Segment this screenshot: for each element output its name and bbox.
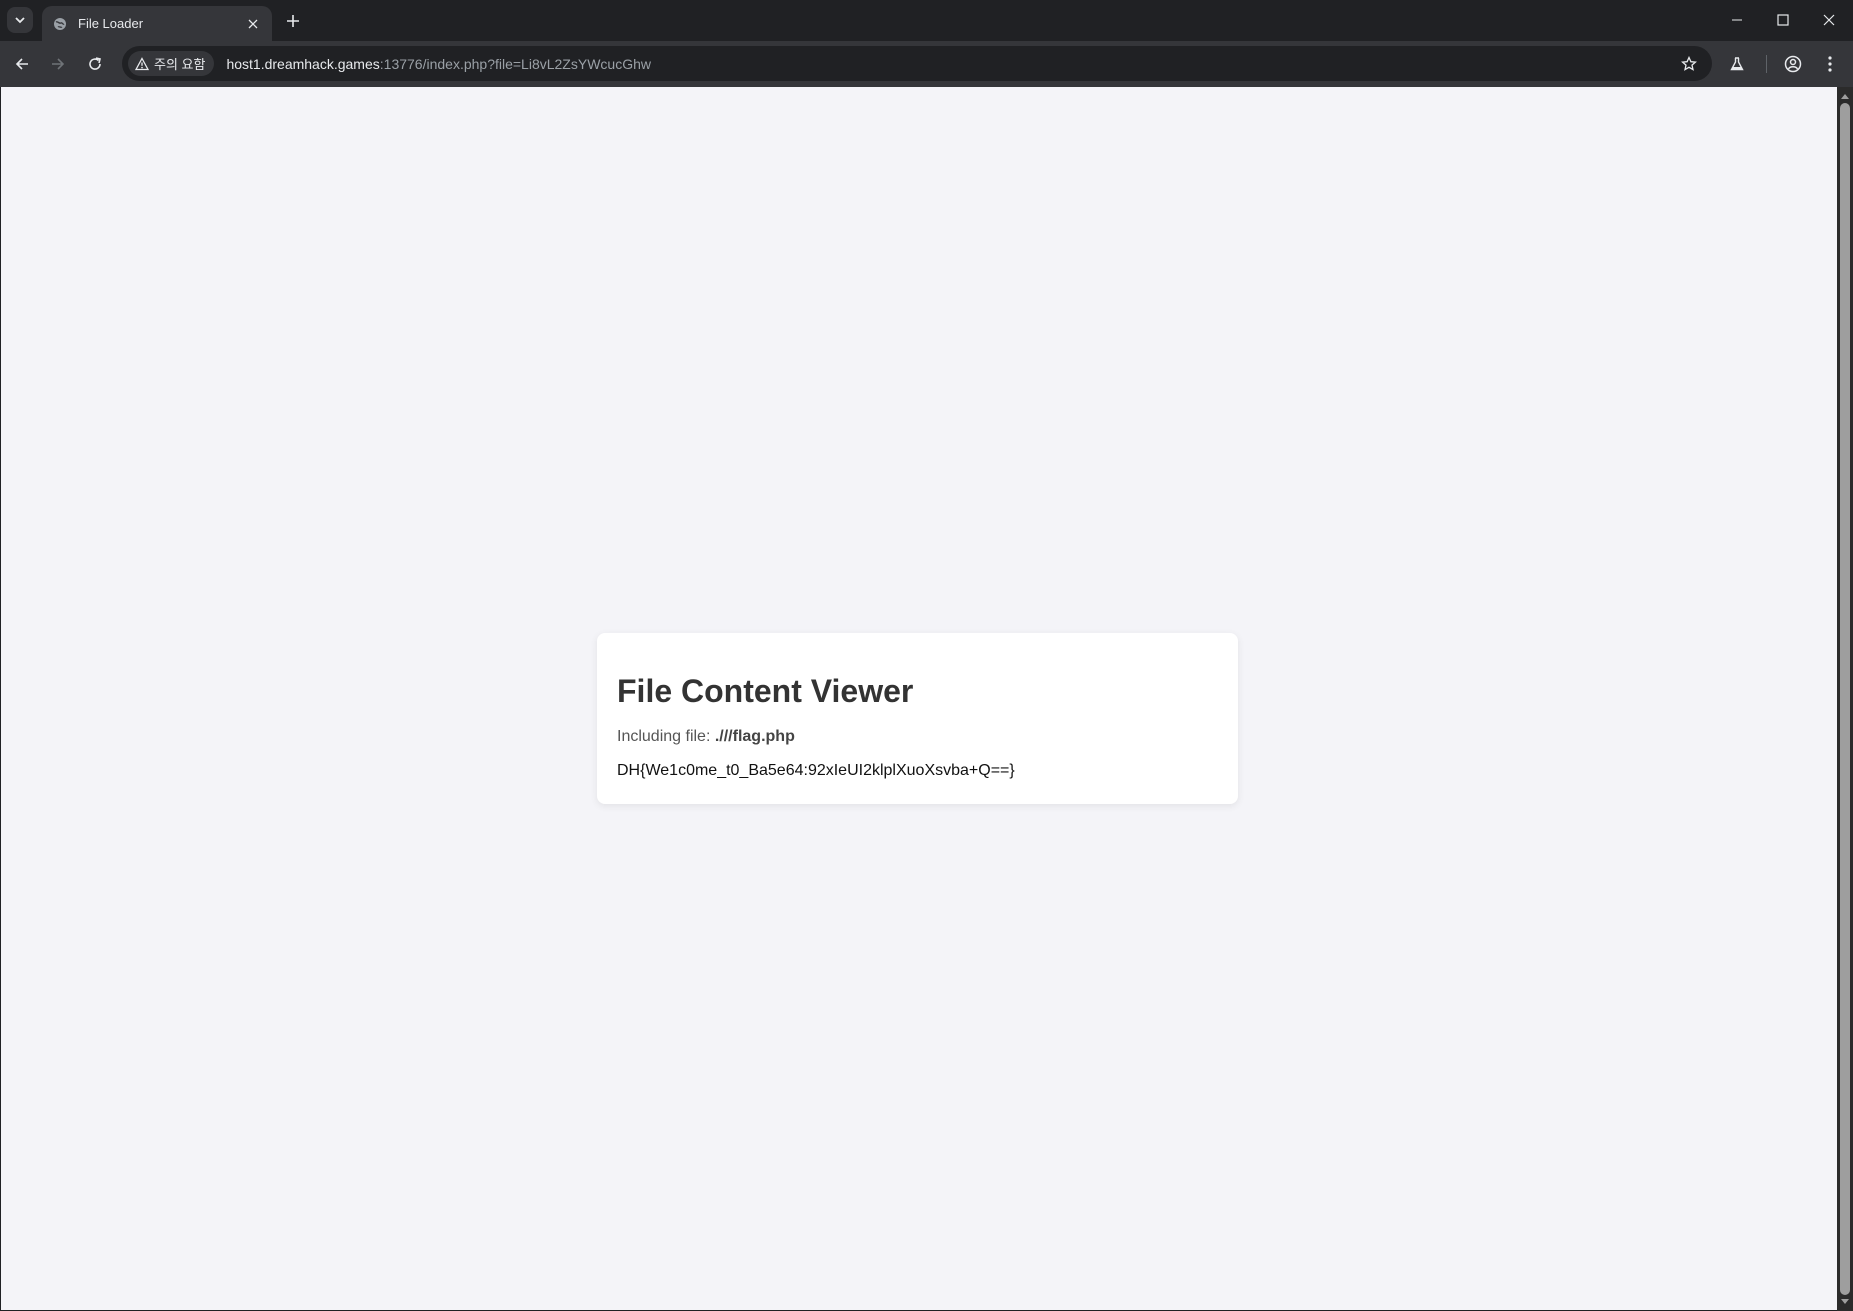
tab-file-loader[interactable]: File Loader (42, 6, 272, 41)
including-file-name: .///flag.php (714, 728, 795, 745)
close-window-button[interactable] (1806, 0, 1852, 40)
new-tab-button[interactable] (280, 8, 306, 34)
minimize-icon (1732, 19, 1742, 21)
file-content: DH{We1c0me_t0_Ba5e64:92xIeUI2klplXuoXsvb… (617, 762, 1015, 779)
including-file-line: Including file: .///flag.php (617, 727, 1218, 747)
scroll-down-arrow-icon[interactable] (1837, 1295, 1853, 1309)
close-tab-icon[interactable] (244, 15, 262, 33)
toolbar-separator (1766, 55, 1767, 73)
address-bar[interactable]: 주의 요함 host1.dreamhack.games:13776/index.… (122, 46, 1712, 81)
tab-title: File Loader (78, 16, 144, 31)
arrow-right-icon (52, 58, 65, 70)
plus-icon (287, 15, 299, 27)
minimize-button[interactable] (1714, 0, 1760, 40)
chevron-down-icon (15, 17, 25, 24)
menu-kebab-icon[interactable] (1816, 50, 1844, 78)
url-path: :13776/index.php?file=Li8vL2ZsYWcucGhw (379, 55, 651, 72)
forward-button[interactable] (44, 50, 72, 78)
back-button[interactable] (8, 50, 36, 78)
url-text[interactable]: host1.dreamhack.games:13776/index.php?fi… (226, 56, 651, 72)
security-chip[interactable]: 주의 요함 (128, 51, 215, 76)
reload-icon (89, 57, 101, 70)
globe-icon (52, 16, 68, 32)
tab-strip: File Loader (0, 0, 1853, 41)
including-file-label: Including file: (617, 728, 715, 745)
url-host: host1.dreamhack.games (226, 55, 380, 72)
maximize-button[interactable] (1760, 0, 1806, 40)
file-viewer-card: File Content Viewer Including file: .///… (597, 633, 1238, 804)
security-chip-label: 주의 요함 (154, 57, 206, 72)
tab-search-button[interactable] (7, 7, 33, 33)
labs-flask-icon[interactable] (1723, 50, 1751, 78)
profile-icon[interactable] (1779, 50, 1807, 78)
close-icon (1823, 14, 1835, 26)
maximize-icon (1777, 14, 1789, 26)
browser-toolbar: 주의 요함 host1.dreamhack.games:13776/index.… (0, 41, 1853, 87)
arrow-left-icon (15, 58, 28, 70)
vertical-scrollbar[interactable] (1837, 87, 1853, 1311)
reload-button[interactable] (81, 50, 109, 78)
scrollbar-thumb[interactable] (1840, 103, 1850, 1295)
warning-icon (135, 56, 149, 70)
page-title: File Content Viewer (617, 673, 914, 709)
bookmark-star-icon[interactable] (1678, 53, 1700, 75)
scroll-up-arrow-icon[interactable] (1837, 89, 1853, 103)
